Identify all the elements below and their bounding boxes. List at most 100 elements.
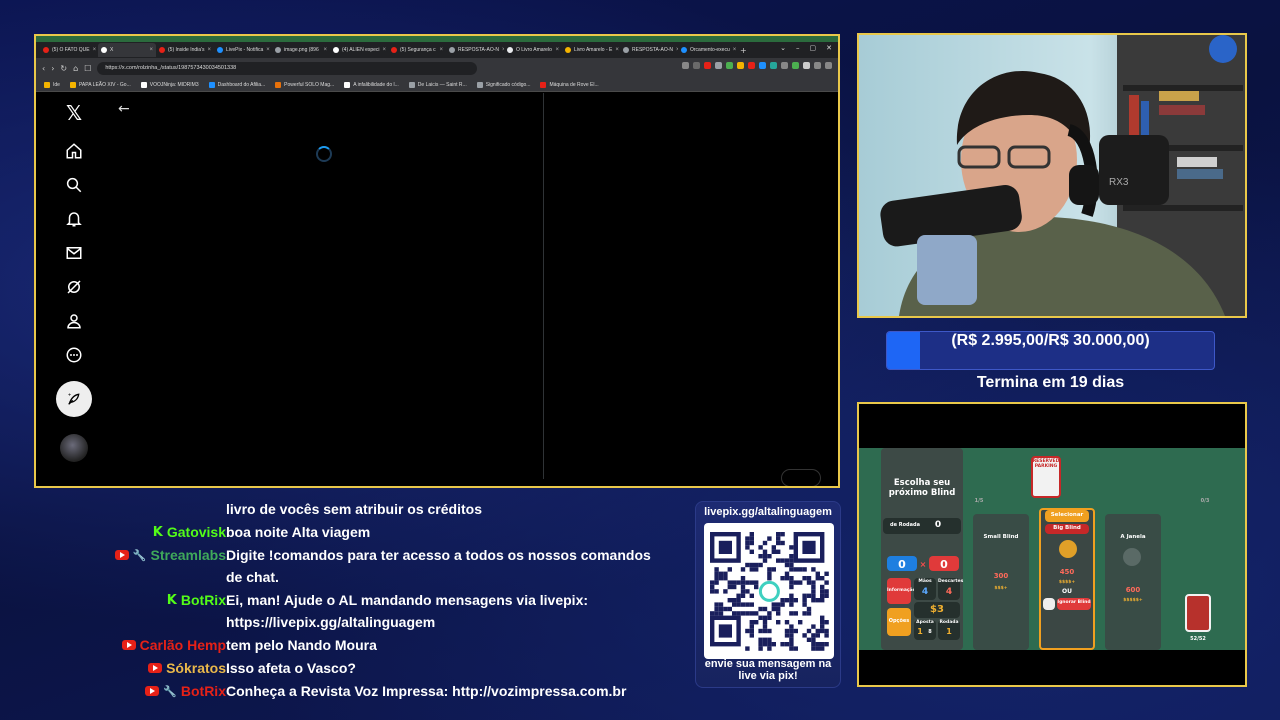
qr-module	[718, 606, 724, 612]
url-input[interactable]: https://x.com/rolzinha_/status/198757343…	[97, 61, 478, 75]
bookmark-item[interactable]: A infalibilidade do l...	[344, 81, 399, 88]
bookmark-label: VOOJNinja: MIDRIM3	[149, 81, 199, 88]
browser-tab[interactable]: LivePix - Notifica ×	[214, 43, 272, 57]
reload-icon[interactable]: ↻	[60, 64, 67, 73]
extension-icon[interactable]	[704, 62, 711, 69]
qr-module	[745, 646, 750, 651]
qr-module	[767, 637, 772, 642]
profile-icon[interactable]	[62, 309, 86, 333]
bookmark-icon[interactable]: ☐	[84, 64, 91, 73]
tab-close-icon[interactable]: ×	[93, 47, 97, 53]
bookmark-favicon-icon	[44, 81, 50, 88]
tab-close-icon[interactable]: ×	[323, 47, 327, 53]
extension-icon[interactable]	[770, 62, 777, 69]
home-icon[interactable]	[62, 139, 86, 163]
tab-favicon-icon	[101, 47, 107, 53]
extension-icon[interactable]	[682, 62, 689, 69]
browser-tab[interactable]: image.png (896 ×	[272, 43, 330, 57]
tab-close-icon[interactable]: ×	[733, 47, 736, 53]
tab-close-icon[interactable]: ×	[555, 47, 559, 53]
menu-icon[interactable]	[825, 62, 832, 69]
extension-icon[interactable]	[737, 62, 744, 69]
bookmark-label: De Laicis — Saint R...	[417, 81, 467, 88]
bookmark-favicon-icon	[69, 81, 76, 88]
extension-icon[interactable]	[803, 62, 810, 69]
browser-tab[interactable]: X ×	[98, 43, 156, 57]
bookmark-item[interactable]: De Laicis — Saint R...	[408, 81, 467, 88]
browser-tab[interactable]: O Livro Amarelo ×	[504, 43, 562, 57]
tab-close-icon[interactable]: ×	[383, 47, 387, 53]
extension-icon[interactable]	[792, 62, 799, 69]
browser-tab[interactable]: (4) ALIEN especi ×	[330, 43, 388, 57]
qr-module	[811, 580, 816, 585]
kick-icon: K	[152, 524, 163, 540]
qr-module	[710, 580, 715, 585]
bookmark-item[interactable]: VOOJNinja: MIDRIM3	[140, 81, 199, 88]
tab-close-icon[interactable]: ×	[439, 47, 443, 53]
bookmark-item[interactable]: Máquina de Rove El...	[540, 81, 599, 88]
extension-icon[interactable]	[715, 62, 722, 69]
new-tab-button[interactable]: +	[740, 46, 747, 55]
download-icon[interactable]	[814, 62, 821, 69]
tab-close-icon[interactable]: ×	[208, 47, 212, 53]
bookmark-item[interactable]: Significado código...	[476, 81, 530, 88]
extension-icon[interactable]	[759, 62, 766, 69]
browser-tab[interactable]: RESPOSTA-AO-N×	[620, 43, 678, 57]
bookmark-item[interactable]: PAPA LEÃO XIV - Go...	[69, 81, 131, 88]
account-avatar[interactable]	[60, 434, 88, 462]
deck-pile[interactable]	[1185, 594, 1211, 632]
extension-icon[interactable]	[781, 62, 788, 69]
extension-icon[interactable]	[726, 62, 733, 69]
close-window-button[interactable]: ✕	[826, 44, 832, 52]
bookmark-item[interactable]: Powerful SOLO Mag...	[275, 81, 334, 88]
bookmark-item[interactable]: Ide	[44, 81, 60, 88]
qr-module	[762, 628, 768, 634]
forward-icon[interactable]: ›	[51, 64, 54, 73]
chat-username: BotRix	[180, 592, 226, 608]
svg-text:+: +	[68, 392, 71, 398]
messages-icon[interactable]	[62, 241, 86, 265]
livepix-logo-icon	[758, 580, 780, 602]
livepix-link: livepix.gg/altalinguagem	[704, 506, 832, 518]
qr-module	[820, 576, 825, 581]
bookmark-item[interactable]: Dashboard do Afilia...	[208, 81, 265, 88]
tab-close-icon[interactable]: ×	[149, 47, 153, 53]
qr-module	[749, 540, 754, 546]
qr-module	[784, 571, 790, 576]
column-divider	[543, 93, 544, 479]
qr-module	[771, 567, 776, 572]
x-logo-icon[interactable]: 𝕏	[62, 101, 86, 125]
qr-module	[714, 589, 719, 594]
qr-module	[776, 536, 781, 541]
qr-module	[820, 584, 825, 590]
home-icon[interactable]: ⌂	[73, 64, 78, 73]
maximize-button[interactable]: ▢	[810, 44, 817, 52]
browser-tab[interactable]: Orcamento-execu ×	[678, 43, 736, 57]
extension-icon[interactable]	[693, 62, 700, 69]
tab-close-icon[interactable]: ×	[615, 47, 619, 53]
search-icon[interactable]	[62, 173, 86, 197]
compose-post-button[interactable]: +	[56, 381, 92, 417]
back-arrow-icon[interactable]: ←	[118, 101, 130, 117]
more-icon[interactable]	[62, 343, 86, 367]
extension-icon[interactable]	[748, 62, 755, 69]
qr-module	[718, 602, 724, 607]
browser-tab[interactable]: (5) Inside India's ×	[156, 43, 214, 57]
minimize-button[interactable]: –	[796, 44, 800, 52]
back-icon[interactable]: ‹	[42, 64, 45, 73]
qr-module	[784, 628, 790, 634]
browser-tab[interactable]: RESPOSTA-AO-N×	[446, 43, 504, 57]
messages-drawer[interactable]	[781, 469, 821, 486]
tab-close-icon[interactable]: ×	[266, 47, 270, 53]
browser-tab[interactable]: (5) O FATO QUE ×	[40, 43, 98, 57]
grok-icon[interactable]	[62, 275, 86, 299]
qr-module	[767, 576, 772, 581]
browser-tab[interactable]: (5) Segurança c ×	[388, 43, 446, 57]
notifications-icon[interactable]	[62, 207, 86, 231]
qr-module	[776, 606, 781, 612]
browser-tab[interactable]: Livro Amarelo - E ×	[562, 43, 620, 57]
qr-module	[811, 589, 816, 594]
qr-finder	[802, 540, 816, 554]
qr-module	[793, 611, 798, 616]
tab-search-icon[interactable]: ⌄	[780, 44, 786, 52]
